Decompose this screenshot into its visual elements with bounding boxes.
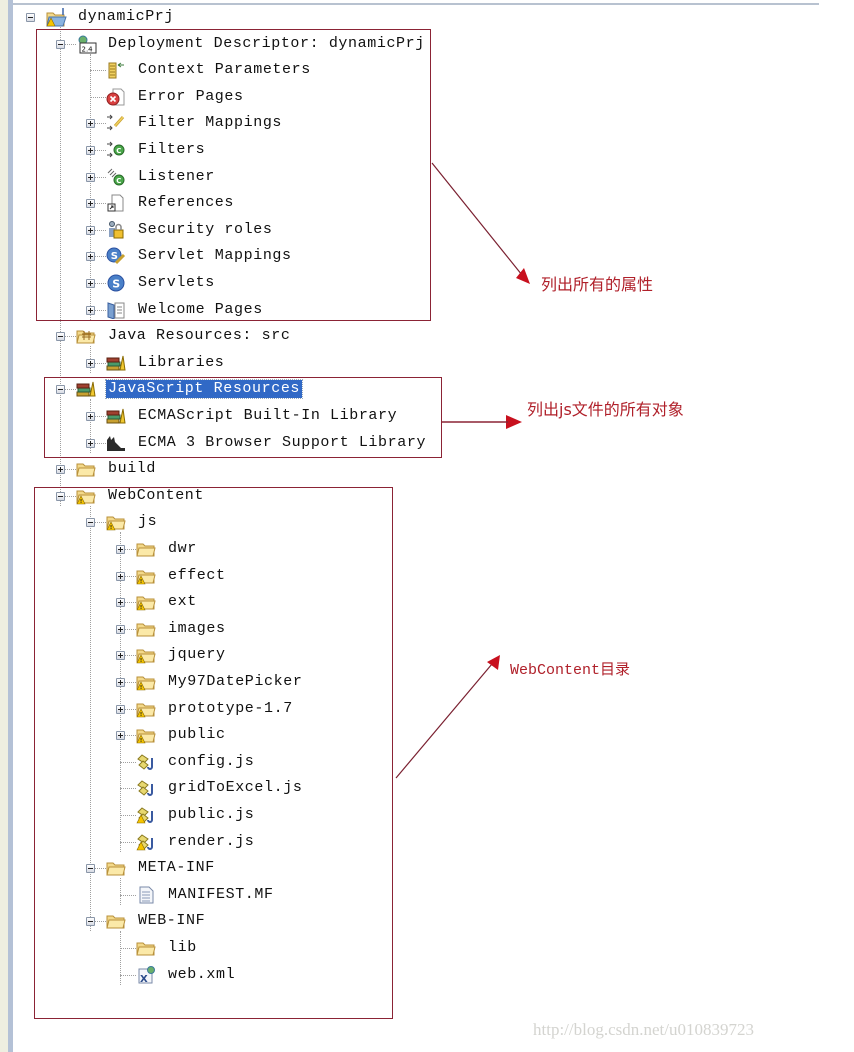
arrow-properties — [431, 162, 530, 284]
watermark: http://blog.csdn.net/u010839723 — [533, 1020, 754, 1039]
arrow-webcontent — [395, 655, 500, 779]
annotation-arrows — [395, 162, 530, 779]
annotation-js-objects: 列出js文件的所有对象 — [527, 400, 684, 419]
arrow-js-objects — [442, 415, 522, 429]
annotation-properties: 列出所有的属性 — [541, 275, 654, 294]
annotation-webcontent: WebContent目录 — [510, 662, 631, 679]
